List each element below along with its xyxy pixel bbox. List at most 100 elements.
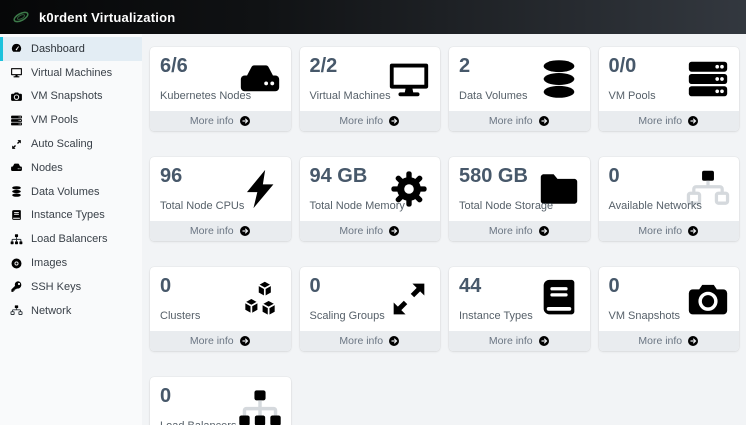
stat-card-virtual-machines: 2/2 Virtual Machines More info: [299, 47, 440, 131]
sidebar-item-auto-scaling[interactable]: Auto Scaling: [0, 132, 142, 156]
more-info-label: More info: [189, 115, 234, 127]
book-icon: [10, 209, 23, 222]
sidebar-item-label: Instance Types: [31, 209, 105, 222]
more-info-link[interactable]: More info: [150, 331, 291, 351]
stat-card-clusters: 0 Clusters More info: [150, 267, 291, 351]
sidebar-item-network[interactable]: Network: [0, 299, 142, 323]
stat-card-grid: 6/6 Kubernetes Nodes More info 2/2 Virtu…: [150, 47, 739, 425]
stat-card-data-volumes: 2 Data Volumes More info: [449, 47, 590, 131]
more-info-link[interactable]: More info: [150, 111, 291, 131]
more-info-link[interactable]: More info: [299, 331, 440, 351]
more-info-label: More info: [488, 225, 533, 237]
more-info-label: More info: [339, 335, 384, 347]
more-info-label: More info: [189, 335, 234, 347]
camera-icon: [10, 90, 23, 103]
stat-card-total-node-storage: 580 GB Total Node Storage More info: [449, 157, 590, 241]
stat-label: Total Node CPUs: [160, 200, 245, 212]
stat-label: Load Balancers: [160, 420, 281, 425]
arrow-circle-right-icon: [538, 225, 550, 237]
sidebar-item-label: VM Snapshots: [31, 90, 103, 103]
arrow-circle-right-icon: [538, 115, 550, 127]
scaling-arrows-icon: [10, 138, 23, 151]
stat-card-instance-types: 44 Instance Types More info: [449, 267, 590, 351]
stat-label: Total Node Memory: [309, 200, 405, 212]
desktop-icon: [10, 66, 23, 79]
sidebar-item-ssh-keys[interactable]: SSH Keys: [0, 275, 142, 299]
sidebar-nav: Dashboard Virtual Machines VM Snapshots …: [0, 34, 142, 425]
stat-card-total-node-memory: 94 GB Total Node Memory More info: [299, 157, 440, 241]
sidebar-item-dashboard[interactable]: Dashboard: [0, 37, 142, 61]
hdd-icon: [10, 161, 23, 174]
arrow-circle-right-icon: [687, 115, 699, 127]
stat-label: Clusters: [160, 310, 201, 322]
app-title: k0rdent Virtualization: [39, 9, 176, 25]
stat-card-vm-pools: 0/0 VM Pools More info: [598, 47, 739, 131]
stat-label: VM Snapshots: [608, 310, 681, 322]
more-info-label: More info: [339, 225, 384, 237]
arrow-circle-right-icon: [687, 225, 699, 237]
sidebar-item-label: Virtual Machines: [31, 66, 113, 79]
sidebar-item-label: Dashboard: [31, 42, 85, 55]
more-info-link[interactable]: More info: [299, 221, 440, 241]
sidebar-item-data-volumes[interactable]: Data Volumes: [0, 180, 142, 204]
more-info-link[interactable]: More info: [598, 331, 739, 351]
sidebar-item-label: Load Balancers: [31, 233, 108, 246]
sidebar-item-label: Data Volumes: [31, 185, 100, 198]
sidebar-item-virtual-machines[interactable]: Virtual Machines: [0, 61, 142, 85]
sidebar-item-vm-pools[interactable]: VM Pools: [0, 108, 142, 132]
stat-label: Virtual Machines: [309, 90, 391, 102]
stat-card-scaling-groups: 0 Scaling Groups More info: [299, 267, 440, 351]
stat-label: Total Node Storage: [459, 200, 554, 212]
disc-icon: [10, 257, 23, 270]
app-window: k0rdent Virtualization Dashboard Virtual…: [0, 0, 746, 425]
sidebar-item-nodes[interactable]: Nodes: [0, 156, 142, 180]
stat-label: Scaling Groups: [309, 310, 385, 322]
more-info-link[interactable]: More info: [449, 111, 590, 131]
arrow-circle-right-icon: [388, 115, 400, 127]
stat-card-vm-snapshots: 0 VM Snapshots More info: [598, 267, 739, 351]
sidebar-item-label: Images: [31, 257, 68, 270]
sidebar-item-label: SSH Keys: [31, 280, 82, 293]
more-info-link[interactable]: More info: [150, 221, 291, 241]
sidebar-item-images[interactable]: Images: [0, 251, 142, 275]
more-info-label: More info: [339, 115, 384, 127]
k0rdent-logo-icon: [12, 8, 30, 26]
more-info-label: More info: [189, 225, 234, 237]
stat-card-available-networks: 0 Available Networks More info: [598, 157, 739, 241]
arrow-circle-right-icon: [239, 335, 251, 347]
arrow-circle-right-icon: [388, 225, 400, 237]
sidebar-item-vm-snapshots[interactable]: VM Snapshots: [0, 85, 142, 109]
sidebar-item-label: VM Pools: [31, 114, 79, 127]
sidebar-item-label: Network: [31, 304, 72, 317]
server-stack-icon: [10, 114, 23, 127]
more-info-label: More info: [488, 115, 533, 127]
more-info-link[interactable]: More info: [598, 111, 739, 131]
network-icon: [10, 304, 23, 317]
tachometer-icon: [10, 42, 23, 55]
key-icon: [10, 280, 23, 293]
stat-label: VM Pools: [608, 90, 656, 102]
more-info-link[interactable]: More info: [449, 331, 590, 351]
app-header: k0rdent Virtualization: [0, 0, 746, 34]
sidebar-item-load-balancers[interactable]: Load Balancers: [0, 227, 142, 251]
more-info-link[interactable]: More info: [449, 221, 590, 241]
stat-card-total-node-cpus: 96 Total Node CPUs More info: [150, 157, 291, 241]
sidebar-item-label: Auto Scaling: [31, 138, 93, 151]
stat-label: Data Volumes: [459, 90, 528, 102]
sidebar-item-label: Nodes: [31, 161, 63, 174]
more-info-link[interactable]: More info: [598, 221, 739, 241]
sidebar-item-instance-types[interactable]: Instance Types: [0, 204, 142, 228]
more-info-label: More info: [488, 335, 533, 347]
arrow-circle-right-icon: [239, 115, 251, 127]
arrow-circle-right-icon: [388, 335, 400, 347]
stat-label: Instance Types: [459, 310, 533, 322]
sitemap-icon: [10, 233, 23, 246]
more-info-link[interactable]: More info: [299, 111, 440, 131]
stat-card-kubernetes-nodes: 6/6 Kubernetes Nodes More info: [150, 47, 291, 131]
more-info-label: More info: [638, 225, 683, 237]
stat-label: Available Networks: [608, 200, 702, 212]
dashboard-content: 6/6 Kubernetes Nodes More info 2/2 Virtu…: [142, 34, 746, 425]
stat-card-load-balancers: 0 Load Balancers More info: [150, 377, 291, 425]
more-info-label: More info: [638, 335, 683, 347]
stat-label: Kubernetes Nodes: [160, 90, 252, 102]
